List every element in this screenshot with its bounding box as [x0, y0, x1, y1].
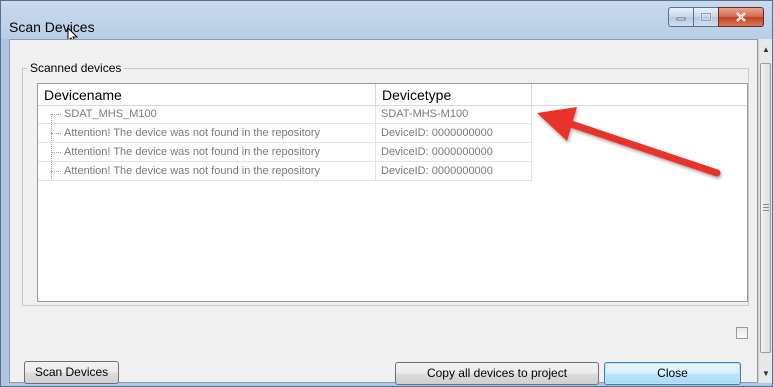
- table-row[interactable]: Attention! The device was not found in t…: [38, 124, 532, 143]
- device-type-cell: SDAT-MHS-M100: [376, 105, 532, 124]
- scan-devices-window: Scan Devices Scanned devices Devicename …: [0, 0, 773, 387]
- annotation-arrow-icon: [537, 107, 721, 177]
- scroll-down-icon[interactable]: ▼: [759, 365, 773, 381]
- grip-icon: [763, 204, 769, 211]
- maximize-button[interactable]: [693, 7, 719, 27]
- title-bar[interactable]: Scan Devices: [1, 1, 772, 45]
- scroll-up-icon[interactable]: ▲: [759, 41, 773, 57]
- window-title: Scan Devices: [9, 19, 95, 35]
- close-button[interactable]: Close: [604, 362, 741, 385]
- close-icon: [719, 8, 763, 26]
- copy-all-devices-button[interactable]: Copy all devices to project: [395, 362, 599, 385]
- table-row[interactable]: SDAT_MHS_M100 SDAT-MHS-M100: [38, 105, 532, 124]
- device-name-cell: SDAT_MHS_M100: [38, 105, 376, 124]
- group-label: Scanned devices: [27, 61, 125, 75]
- scroll-thumb[interactable]: [760, 63, 771, 353]
- device-name-cell: Attention! The device was not found in t…: [38, 143, 376, 162]
- close-window-button[interactable]: [718, 7, 764, 27]
- vertical-scrollbar[interactable]: ▲ ▼: [758, 39, 772, 383]
- option-checkbox[interactable]: [736, 327, 748, 339]
- column-header-devicename[interactable]: Devicename: [38, 84, 376, 105]
- device-name-cell: Attention! The device was not found in t…: [38, 162, 376, 181]
- maximize-icon: [694, 8, 718, 26]
- device-type-cell: DeviceID: 0000000000: [376, 143, 532, 162]
- table-row[interactable]: Attention! The device was not found in t…: [38, 162, 532, 181]
- column-header-devicetype[interactable]: Devicetype: [376, 84, 532, 105]
- table-row[interactable]: Attention! The device was not found in t…: [38, 143, 532, 162]
- minimize-icon: [669, 8, 693, 26]
- minimize-button[interactable]: [668, 7, 694, 27]
- device-type-cell: DeviceID: 0000000000: [376, 162, 532, 181]
- scan-devices-button[interactable]: Scan Devices: [24, 361, 119, 384]
- device-type-cell: DeviceID: 0000000000: [376, 124, 532, 143]
- device-name-cell: Attention! The device was not found in t…: [38, 124, 376, 143]
